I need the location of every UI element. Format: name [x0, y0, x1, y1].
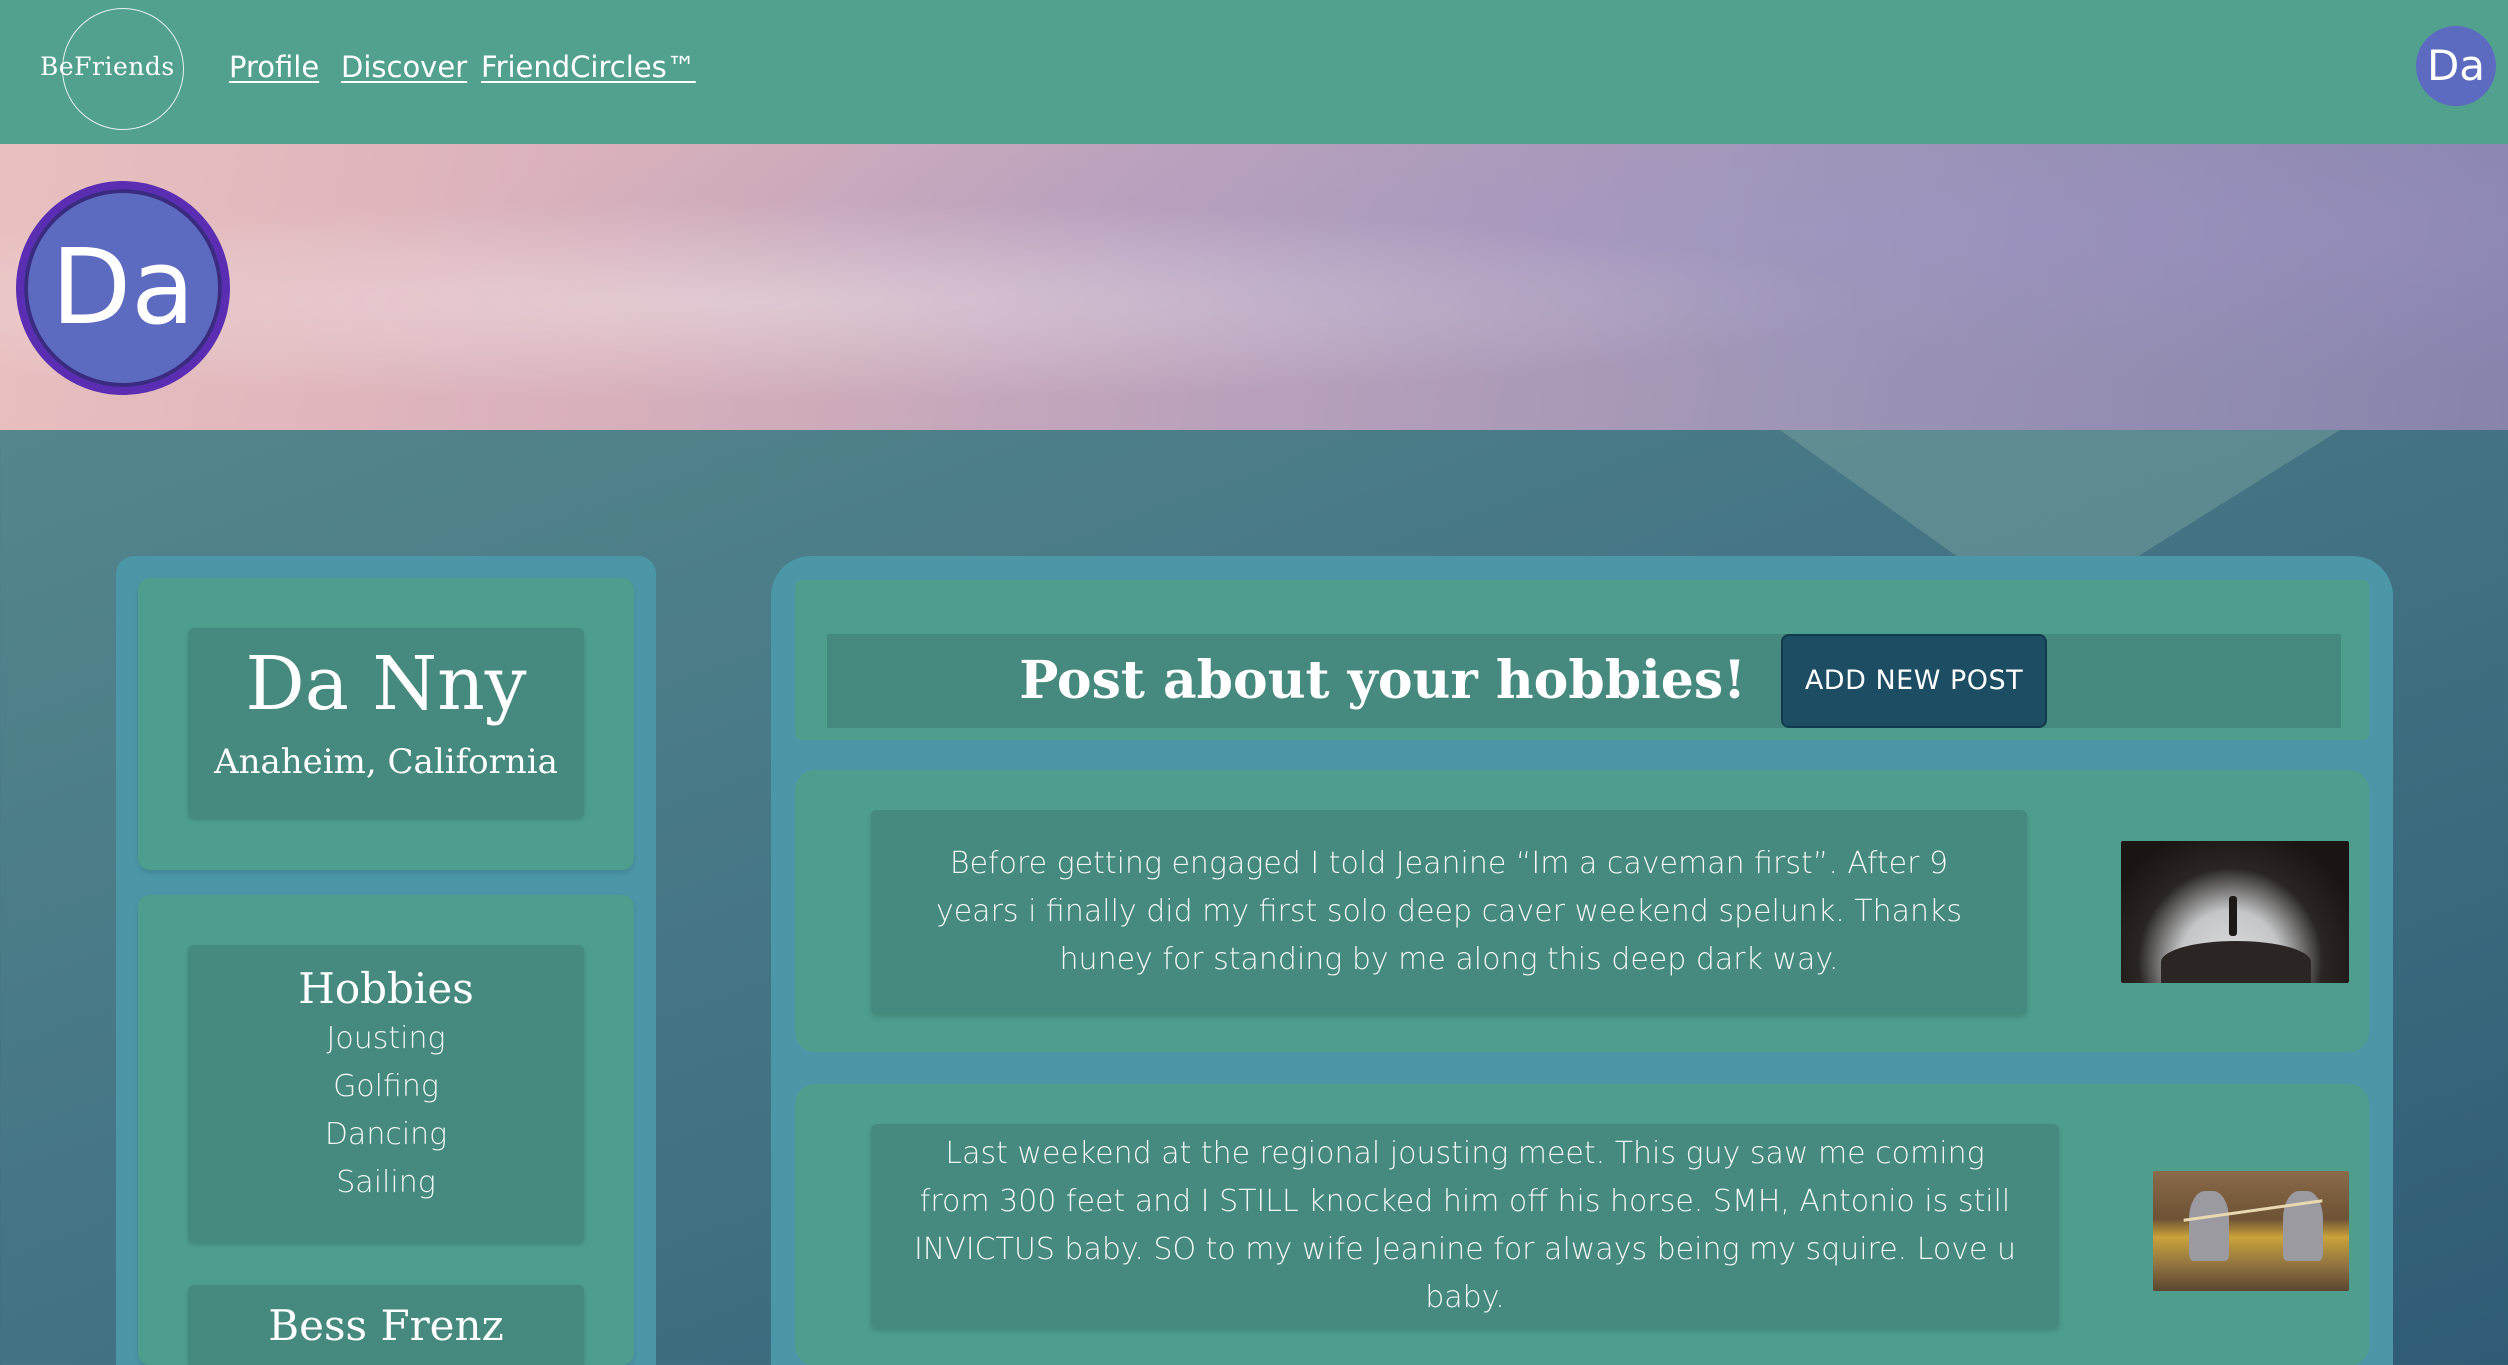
nav-link-friendcircles[interactable]: FriendCircles™ [481, 50, 696, 84]
cave-photo-figure [2229, 896, 2237, 936]
profile-name: Da Nny [245, 641, 527, 727]
cave-photo[interactable] [2121, 841, 2349, 983]
post-text: Before getting engaged I told Jeanine “I… [871, 810, 2027, 1014]
hobby-item: Dancing [324, 1117, 448, 1152]
header-user-avatar[interactable]: Da [2416, 26, 2496, 106]
nav-link-discover[interactable]: Discover [341, 50, 467, 84]
background-decoration [1780, 430, 2340, 570]
add-new-post-button[interactable]: ADD NEW POST [1781, 634, 2047, 728]
post-card: Before getting engaged I told Jeanine “I… [795, 770, 2369, 1052]
post-composer-header: Post about your hobbies! ADD NEW POST [795, 580, 2369, 740]
profile-sidebar: Da Nny Anaheim, California Hobbies Joust… [116, 556, 656, 1365]
profile-avatar: Da [16, 181, 230, 395]
post-card: Last weekend at the regional jousting me… [795, 1084, 2369, 1365]
top-nav-bar: BeFriends Profile Discover FriendCircles… [0, 0, 2508, 144]
hobby-item: Sailing [336, 1165, 436, 1200]
profile-info-box: Da Nny Anaheim, California [188, 628, 584, 818]
jousting-photo[interactable] [2153, 1171, 2349, 1291]
profile-banner [0, 144, 2508, 430]
hobbies-card: Hobbies Jousting Golfing Dancing Sailing… [138, 895, 634, 1365]
hobby-item: Golfing [333, 1069, 439, 1104]
hobbies-box: Hobbies Jousting Golfing Dancing Sailing [188, 945, 584, 1243]
friend-card[interactable]: Bess Frenz [188, 1285, 584, 1365]
nav-link-profile[interactable]: Profile [229, 50, 319, 84]
posts-feed: Post about your hobbies! ADD NEW POST Be… [771, 556, 2393, 1365]
cave-photo-rock [2161, 941, 2311, 983]
friend-name: Bess Frenz [268, 1301, 504, 1350]
feed-title-text: Post about your hobbies! [1019, 650, 1746, 711]
jousting-photo-rider [2189, 1191, 2229, 1261]
profile-info-card: Da Nny Anaheim, California [138, 578, 634, 870]
hobby-item: Jousting [326, 1021, 446, 1056]
post-composer-bar: Post about your hobbies! ADD NEW POST [827, 634, 2341, 728]
hobbies-title: Hobbies [298, 964, 474, 1013]
post-text: Last weekend at the regional jousting me… [871, 1124, 2059, 1328]
profile-location: Anaheim, California [214, 742, 558, 782]
app-logo[interactable]: BeFriends [40, 52, 210, 81]
